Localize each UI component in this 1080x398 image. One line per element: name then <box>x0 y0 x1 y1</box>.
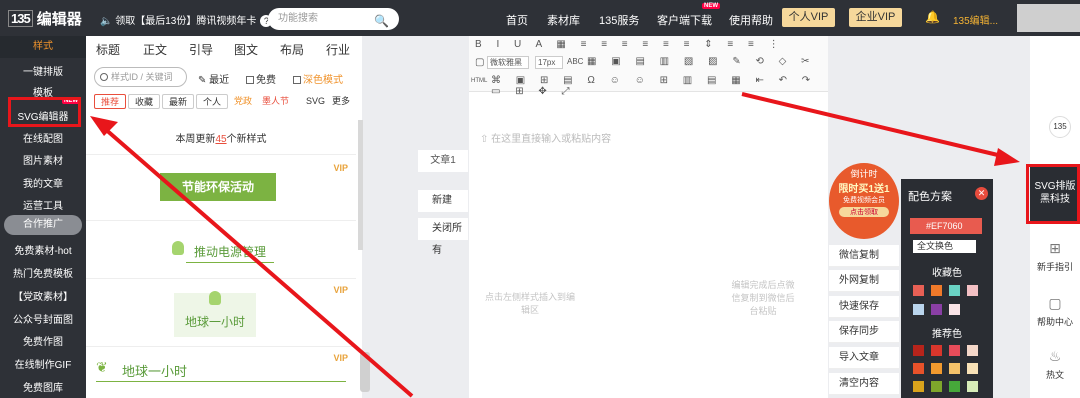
arrow-head-right <box>994 148 1020 166</box>
arrow-to-svg-editor <box>102 126 414 398</box>
arrow-to-svg-tech <box>741 92 1003 158</box>
arrow-head-left <box>90 116 118 136</box>
annotation-arrows <box>90 92 1020 398</box>
